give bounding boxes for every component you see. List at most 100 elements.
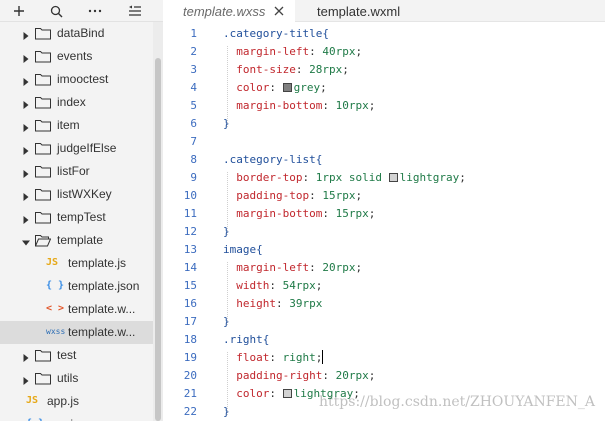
folder-icon (35, 119, 51, 132)
code-line: height: 39rpx (236, 297, 323, 310)
code-line: font-size: 28rpx; (236, 63, 349, 76)
tree-folder[interactable]: dataBind (0, 22, 153, 45)
code-editor[interactable]: https://blog.csdn.net/ZHOUYANFEN_A 1 .cat… (163, 22, 605, 421)
code-line: margin-left: 40rpx; (236, 45, 363, 58)
line-number: 3 (190, 63, 197, 76)
tree-item-label: template.js (68, 256, 127, 270)
line-number: 7 (190, 135, 197, 148)
json-file-icon: { } (46, 280, 65, 291)
code-line: .category-list{ (223, 153, 323, 166)
tab-label: template.wxss (183, 3, 266, 19)
tree-folder[interactable]: events (0, 45, 153, 68)
folder-icon (35, 188, 51, 201)
color-swatch[interactable] (282, 83, 292, 92)
tree-file[interactable]: JS template.js (0, 252, 153, 275)
code-line: width: 54rpx; (236, 279, 323, 292)
line-number: 20 (183, 369, 197, 382)
chevron-right-icon[interactable] (22, 351, 30, 362)
plus-icon[interactable] (10, 2, 28, 20)
collapse-icon[interactable] (126, 2, 144, 20)
tree-folder[interactable]: imooctest (0, 68, 153, 91)
code-line: } (223, 315, 230, 328)
tree-folder[interactable]: listWXKey (0, 183, 153, 206)
chevron-right-icon[interactable] (22, 98, 30, 109)
tree-folder[interactable]: template (0, 229, 153, 252)
code-line: float: right; (236, 350, 324, 364)
tree-file[interactable]: { } template.json (0, 275, 153, 298)
tab-label: template.wxml (317, 3, 401, 19)
tree-item-label: listFor (57, 164, 90, 178)
json-file-icon: { } (26, 417, 44, 421)
folder-icon (35, 73, 51, 86)
tree-folder[interactable]: test (0, 344, 153, 367)
tree-folder[interactable]: judgeIfElse (0, 137, 153, 160)
code-line: color: lightgray; (236, 387, 360, 400)
line-number: 16 (183, 297, 197, 310)
watermark: https://blog.csdn.net/ZHOUYANFEN_A (319, 394, 595, 410)
tree-folder[interactable]: item (0, 114, 153, 137)
color-swatch[interactable] (282, 389, 292, 398)
ellipsis-icon[interactable] (86, 2, 104, 20)
chevron-right-icon[interactable] (22, 121, 30, 132)
folder-icon (35, 165, 51, 178)
tree-file[interactable]: { }app.json (0, 413, 153, 421)
folder-icon (35, 211, 51, 224)
tree-item-label: tempTest (57, 210, 106, 224)
chevron-right-icon[interactable] (22, 374, 30, 385)
tab-template-wxml[interactable]: template.wxml (297, 0, 417, 22)
folder-icon (35, 50, 51, 63)
editor-tabbar: template.wxss template.wxml (163, 0, 605, 22)
code-line: image{ (223, 243, 263, 256)
chevron-right-icon[interactable] (22, 213, 30, 224)
tab-template-wxss[interactable]: template.wxss (163, 0, 295, 22)
chevron-right-icon[interactable] (22, 144, 30, 155)
tree-folder[interactable]: index (0, 91, 153, 114)
tree-item-label: template.w... (68, 325, 136, 339)
explorer-scrollbar-thumb[interactable] (155, 58, 161, 421)
code-line: margin-bottom: 10rpx; (236, 99, 376, 112)
code-line: padding-right: 20rpx; (236, 369, 376, 382)
folder-icon (35, 349, 51, 362)
color-swatch[interactable] (388, 173, 398, 182)
code-line: } (223, 117, 230, 130)
code-line: margin-left: 20rpx; (236, 261, 363, 274)
tree-file[interactable]: JS app.js (0, 390, 153, 413)
tree-item-label: index (57, 95, 86, 109)
line-number: 9 (190, 171, 197, 184)
line-number: 1 (190, 27, 197, 40)
line-number: 15 (183, 279, 197, 292)
chevron-down-icon[interactable] (22, 236, 30, 246)
js-file-icon: JS (26, 395, 39, 406)
tree-folder[interactable]: utils (0, 367, 153, 390)
tree-item-label: imooctest (57, 72, 109, 86)
folder-open-icon (34, 234, 52, 247)
chevron-right-icon[interactable] (22, 190, 30, 201)
code-line: border-top: 1rpx solid lightgray; (236, 171, 466, 184)
tree-item-label: app.json (47, 417, 92, 421)
tree-file[interactable]: wxss template.w... (0, 321, 153, 344)
chevron-right-icon[interactable] (22, 167, 30, 178)
js-file-icon: JS (46, 257, 59, 268)
tree-item-label: utils (57, 371, 79, 385)
chevron-right-icon[interactable] (22, 75, 30, 86)
close-icon[interactable] (273, 5, 285, 17)
chevron-right-icon[interactable] (22, 29, 30, 40)
folder-icon (35, 96, 51, 109)
line-number: 8 (190, 153, 197, 166)
code-line: padding-top: 15rpx; (236, 189, 363, 202)
line-number: 2 (190, 45, 197, 58)
line-number: 10 (183, 189, 197, 202)
line-number: 17 (183, 315, 197, 328)
tree-folder[interactable]: tempTest (0, 206, 153, 229)
line-number: 11 (183, 207, 197, 220)
text-cursor (322, 350, 324, 364)
chevron-right-icon[interactable] (22, 52, 30, 63)
folder-icon (35, 142, 51, 155)
code-line: margin-bottom: 15rpx; (236, 207, 376, 220)
file-explorer: dataBind events imooctest index item judgeIfE… (0, 0, 163, 421)
code-line: } (223, 225, 230, 238)
search-icon[interactable] (47, 2, 65, 20)
tree-folder[interactable]: listFor (0, 160, 153, 183)
tree-file[interactable]: < > template.w... (0, 298, 153, 321)
code-line: .category-title{ (223, 27, 329, 40)
